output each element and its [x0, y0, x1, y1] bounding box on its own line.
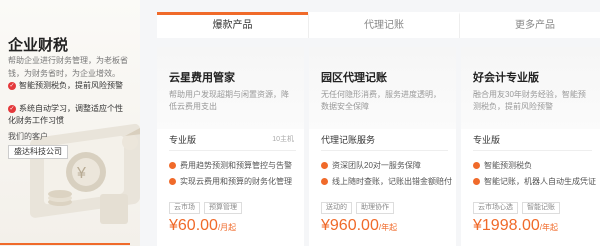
check-icon: [169, 178, 176, 186]
tab-bookkeeping[interactable]: 代理记账: [308, 12, 459, 38]
promo-feature: ✓ 系统自动学习，调整适应个性化财务工作习惯: [8, 103, 128, 127]
promo-title: 企业财税: [8, 37, 69, 54]
check-icon: [321, 178, 328, 186]
product-tag: 预算管理: [204, 202, 242, 214]
product-price: ¥1998.00/年起: [473, 217, 558, 235]
product-summary: 融合用友30年财务经验，智能预测税负，提前风险预警: [473, 90, 586, 111]
product-price: ¥960.00/年起: [321, 217, 397, 235]
product-tags: 云市场心选 智能记账: [473, 202, 560, 214]
product-card[interactable]: 云星费用管家 帮助用户发现超期与闲置资源，降低云费用支出 专业版 10主机 费用…: [157, 47, 304, 246]
price-unit: /年起: [539, 223, 558, 232]
client-tag[interactable]: 盛达科技公司: [8, 145, 68, 159]
product-tag: 送动的: [321, 202, 352, 214]
product-card[interactable]: 好会计专业版 融合用友30年财务经验，智能预测税负，提前风险预警 专业版 智能预…: [461, 47, 600, 246]
clients-title: 我们的客户: [8, 132, 48, 141]
product-name: 园区代理记账: [321, 72, 387, 84]
product-name: 云星费用管家: [169, 72, 235, 84]
card-header: [157, 47, 304, 129]
product-feature-text: 智能记账，机器人自动生成凭证: [484, 177, 596, 186]
edition-label: 专业版: [473, 135, 501, 145]
price-value: ¥1998.00: [473, 217, 540, 234]
check-icon: ✓: [8, 81, 16, 90]
product-tag: 智能记账: [522, 202, 560, 214]
product-feature-text: 费用趋势预测和预算管控与告警: [180, 161, 292, 170]
product-feature-text: 实现云费用和预算的财务化管理: [180, 177, 292, 186]
product-tags: 云市场 预算管理: [169, 202, 242, 214]
product-tabs: 爆款产品 代理记账 更多产品: [157, 12, 600, 38]
product-feature-text: 线上随时查账，记账出错金额赔付: [332, 177, 452, 186]
check-icon: [321, 162, 328, 170]
tab-more-products[interactable]: 更多产品: [459, 12, 600, 38]
promo-feature-text: 智能预测税负，提前风险预警: [19, 81, 123, 90]
promo-description: 帮助企业进行财务管理，为老板省钱，为财务省时，为企业增效。: [8, 56, 128, 78]
check-icon: [473, 178, 480, 186]
edition-label: 代理记账服务: [321, 135, 376, 145]
promo-panel: ¥ 企业财税 帮助企业进行财务管理，为老板省钱，为财务省时，为企业增效。 ✓ 智能…: [0, 0, 140, 246]
product-card[interactable]: 园区代理记账 无任何隐形消费，服务进度透明，数据安全保障 代理记账服务 资深团队…: [309, 47, 456, 246]
price-value: ¥60.00: [169, 217, 218, 234]
product-feature-text: 资深团队20对一服务保障: [332, 161, 421, 170]
product-price: ¥60.00/月起: [169, 217, 236, 235]
product-feature: 费用趋势预测和预算管控与告警: [169, 160, 292, 171]
product-summary: 帮助用户发现超期与闲置资源，降低云费用支出: [169, 90, 289, 111]
price-unit: /年起: [378, 223, 398, 232]
product-feature: 智能记账，机器人自动生成凭证: [473, 176, 596, 187]
divider: [473, 150, 592, 151]
check-icon: [473, 162, 480, 170]
product-tags: 送动的 助理协作: [321, 202, 394, 214]
divider: [321, 150, 448, 151]
edition-spec: 10主机: [272, 136, 294, 143]
product-feature-text: 智能预测税负: [484, 161, 532, 170]
product-feature: 实现云费用和预算的财务化管理: [169, 176, 292, 187]
price-value: ¥960.00: [321, 217, 379, 234]
product-feature: 智能预测税负: [473, 160, 532, 171]
price-unit: /月起: [217, 223, 237, 232]
product-feature: 资深团队20对一服务保障: [321, 160, 421, 171]
product-summary: 无任何隐形消费，服务进度透明，数据安全保障: [321, 90, 441, 111]
promo-feature: ✓ 智能预测税负，提前风险预警: [8, 80, 128, 92]
check-icon: ✓: [8, 104, 16, 113]
svg-text:¥: ¥: [76, 165, 86, 182]
promo-feature-text: 系统自动学习，调整适应个性化财务工作习惯: [8, 104, 123, 125]
product-tag: 助理协作: [356, 202, 394, 214]
promo-accent-line: [0, 243, 130, 245]
product-feature: 线上随时查账，记账出错金额赔付: [321, 176, 452, 187]
check-icon: [169, 162, 176, 170]
tab-hot-products[interactable]: 爆款产品: [157, 12, 308, 38]
card-header: [309, 47, 456, 129]
edition-label: 专业版: [169, 135, 197, 145]
product-tag: 云市场: [169, 202, 200, 214]
card-header: [461, 47, 600, 129]
divider: [169, 150, 296, 151]
product-tag: 云市场心选: [473, 202, 518, 214]
product-name: 好会计专业版: [473, 72, 539, 84]
